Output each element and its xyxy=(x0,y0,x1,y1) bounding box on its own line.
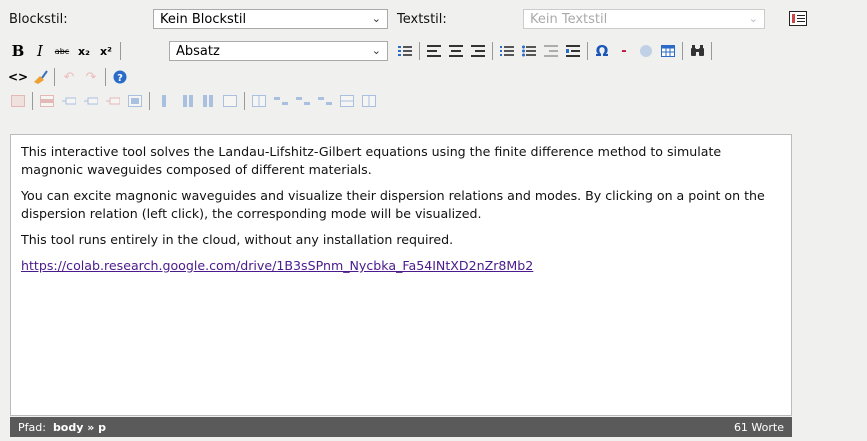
undo-icon[interactable]: ↶ xyxy=(59,67,79,87)
toggle-editor-icon[interactable] xyxy=(789,11,807,26)
unordered-list-icon[interactable] xyxy=(395,41,415,61)
chevron-down-icon: ⌄ xyxy=(748,12,758,25)
outdent-icon[interactable] xyxy=(541,41,561,61)
paragraph-toolbar: Ω - xyxy=(395,40,716,62)
redo-icon[interactable]: ↷ xyxy=(81,67,101,87)
cell-props-icon[interactable] xyxy=(125,91,145,111)
insert-row-after-icon[interactable] xyxy=(81,91,101,111)
merge-cells-icon[interactable] xyxy=(271,91,291,111)
table-props-icon[interactable] xyxy=(8,91,28,111)
table-tool-icon[interactable] xyxy=(293,91,313,111)
format-select[interactable]: Absatz ⌄ xyxy=(169,41,388,61)
binoculars-icon[interactable] xyxy=(687,41,707,61)
delete-row-icon[interactable] xyxy=(103,91,123,111)
toolbar-separator xyxy=(120,42,121,60)
content-paragraph: You can excite magnonic waveguides and v… xyxy=(21,188,765,221)
content-paragraph: This interactive tool solves the Landau-… xyxy=(21,144,722,177)
italic-button[interactable]: I xyxy=(30,41,50,61)
bullet-list-icon[interactable] xyxy=(519,41,539,61)
row-props-icon[interactable] xyxy=(37,91,57,111)
status-bar: Pfad: body » p 61 Worte xyxy=(10,417,792,437)
insert-row-before-icon[interactable] xyxy=(59,91,79,111)
bold-button[interactable]: B xyxy=(8,41,28,61)
path-indicator: Pfad: body » p xyxy=(18,421,106,434)
table-tool-icon[interactable] xyxy=(337,91,357,111)
link-icon[interactable] xyxy=(636,41,656,61)
ordered-list-icon[interactable] xyxy=(497,41,517,61)
chevron-down-icon: ⌄ xyxy=(371,12,381,25)
textstil-label: Textstil: xyxy=(397,12,447,27)
insert-col-before-icon[interactable] xyxy=(176,91,196,111)
blockstil-label: Blockstil: xyxy=(9,12,68,27)
cleanup-broom-icon[interactable] xyxy=(30,67,50,87)
textstil-value: Kein Textstil xyxy=(530,11,608,27)
format-value: Absatz xyxy=(176,43,220,59)
editor-content[interactable]: This interactive tool solves the Landau-… xyxy=(10,134,792,416)
special-char-button[interactable]: Ω xyxy=(592,41,612,61)
split-cells-icon[interactable] xyxy=(249,91,269,111)
indent-icon[interactable] xyxy=(563,41,583,61)
list-lines-icon xyxy=(398,46,412,56)
rich-text-editor: Blockstil: Kein Blockstil ⌄ Textstil: Ke… xyxy=(5,3,792,437)
table-tool-icon[interactable] xyxy=(359,91,379,111)
align-center-icon[interactable] xyxy=(446,41,466,61)
insert-col-after-icon[interactable] xyxy=(198,91,218,111)
path-value[interactable]: body » p xyxy=(53,421,106,434)
word-count: 61 Worte xyxy=(733,420,784,434)
help-icon[interactable]: ? xyxy=(110,67,130,87)
colab-link[interactable]: https://colab.research.google.com/drive/… xyxy=(21,258,533,273)
tools-toolbar: <> ↶ ↷ ? xyxy=(8,66,132,88)
blockstil-value: Kein Blockstil xyxy=(160,11,247,27)
chevron-down-icon: ⌄ xyxy=(371,44,381,57)
table-toolbar xyxy=(8,90,381,112)
strikethrough-button[interactable]: abc xyxy=(52,41,72,61)
textstil-select[interactable]: Kein Textstil ⌄ xyxy=(523,9,765,29)
path-label: Pfad: xyxy=(18,420,46,434)
table-tool-icon[interactable] xyxy=(315,91,335,111)
source-code-icon[interactable]: <> xyxy=(8,67,28,87)
align-left-icon[interactable] xyxy=(424,41,444,61)
svg-text:?: ? xyxy=(117,73,123,84)
horizontal-rule-button[interactable]: - xyxy=(614,41,634,61)
align-right-icon[interactable] xyxy=(468,41,488,61)
content-paragraph: This tool runs entirely in the cloud, wi… xyxy=(21,232,454,247)
superscript-button[interactable]: x² xyxy=(96,41,116,61)
formatting-toolbar: B I abc x₂ x² xyxy=(8,40,125,62)
col-props-icon[interactable] xyxy=(154,91,174,111)
table-icon[interactable] xyxy=(658,41,678,61)
subscript-button[interactable]: x₂ xyxy=(74,41,94,61)
delete-col-icon[interactable] xyxy=(220,91,240,111)
blockstil-select[interactable]: Kein Blockstil ⌄ xyxy=(153,9,388,29)
